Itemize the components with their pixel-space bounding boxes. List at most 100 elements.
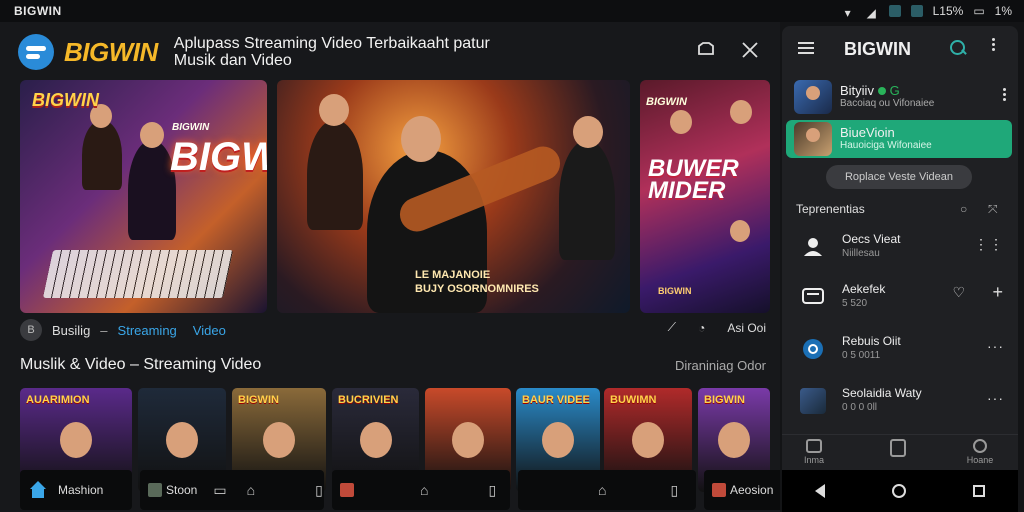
- dock-tab[interactable]: Aeosion: [704, 470, 780, 510]
- list-item-title: Seolaidia Waty: [842, 386, 922, 400]
- list-item-subtitle: 5 520: [842, 298, 868, 309]
- list-item[interactable]: Seolaidia Waty 0 0 0 0ll ···: [794, 380, 1012, 420]
- home-icon[interactable]: [891, 484, 906, 498]
- channel-subtitle: Bacoiaq ou Vifonaiee: [840, 98, 935, 109]
- thumbnail-face: [60, 422, 92, 458]
- system-nav-bar: [782, 470, 1018, 512]
- dock-tab[interactable]: ⌂ ▯: [518, 470, 696, 510]
- notification-icon: [888, 5, 901, 17]
- performer-face: [730, 220, 750, 242]
- dock-tab[interactable]: ⌂ ▯: [332, 470, 510, 510]
- thumbnail-face: [632, 422, 664, 458]
- battery-icon: ▭: [973, 4, 985, 18]
- performer-figure: [128, 140, 176, 240]
- list-item[interactable]: Oecs Vieat Niillesau ⋮⋮: [794, 226, 1012, 266]
- close-icon[interactable]: [740, 40, 760, 60]
- tag-music[interactable]: Busilig: [52, 323, 90, 338]
- status-icons: ▾ ◢ L15% ▭ 1%: [844, 4, 1012, 20]
- thumbnail-face: [263, 422, 295, 458]
- dock-label: Aeosion: [730, 483, 774, 497]
- avatar: [800, 388, 826, 414]
- channel-item[interactable]: Bityiiv G Bacoiaq ou Vifonaiee: [794, 78, 1012, 116]
- tab-thumbnail: [712, 483, 726, 497]
- list-item[interactable]: Aekefek 5 520 ♡ +: [794, 276, 1012, 316]
- channel-subtitle: Hauoiciga Wifonaiee: [840, 140, 932, 151]
- featured-subtitle: BIGWIN: [172, 122, 210, 133]
- battery-text: L15%: [932, 4, 964, 18]
- grid-icon[interactable]: ⋮⋮: [974, 236, 1004, 253]
- featured-card[interactable]: BIGWIN BUWER MIDER BIGWIN: [640, 80, 770, 313]
- online-icon: [877, 87, 886, 95]
- list-item-title: Aekefek: [842, 282, 886, 296]
- signal-text: 1%: [994, 4, 1012, 18]
- more-icon[interactable]: [1003, 88, 1006, 101]
- tab-thumbnail: [148, 483, 162, 497]
- featured-big-title: BUWER MIDER: [648, 155, 739, 204]
- more-icon[interactable]: ···: [987, 390, 1004, 406]
- status-bar: BIGWIN ▾ ◢ L15% ▭ 1%: [0, 0, 1024, 22]
- thumbnail-face: [718, 422, 750, 458]
- bottom-dock: Mashion Stoon ▭ ⌂ ▯ ⌂ ▯ ⌂ ▯ Aeosion: [0, 468, 780, 512]
- featured-footer: BIGWIN: [658, 286, 692, 296]
- add-icon[interactable]: +: [992, 282, 1004, 303]
- piano-graphic: [42, 250, 234, 298]
- featured-top-title: BIGWIN: [646, 96, 687, 108]
- featured-card[interactable]: LE MAJANOIE BUJY OSORNOMNIRES: [277, 80, 630, 313]
- home-outline-icon: ⌂: [598, 482, 607, 498]
- panel-section-title: Teprenentias: [796, 202, 865, 216]
- logo-icon: [18, 34, 54, 70]
- performer-figure: [307, 120, 363, 230]
- home-icon: [28, 481, 48, 499]
- list-item-title: Oecs Vieat: [842, 232, 901, 246]
- performer-face: [140, 122, 164, 148]
- featured-card[interactable]: BIGWIN BIGWIN BIGWIN: [20, 80, 267, 313]
- back-icon[interactable]: [815, 484, 826, 498]
- dock-tab[interactable]: Stoon ▭ ⌂ ▯: [140, 470, 324, 510]
- cast-icon[interactable]: [696, 40, 716, 60]
- thumbnail-label: BIGWIN: [704, 394, 745, 406]
- section-more-link[interactable]: Diraniniag Odor: [675, 358, 766, 373]
- panel-header: BIGWIN: [782, 26, 1018, 72]
- search-icon[interactable]: [948, 38, 968, 58]
- expand-icon[interactable]: ⤧: [988, 202, 998, 217]
- more-icon[interactable]: ···: [987, 338, 1004, 354]
- app-icon: [910, 5, 923, 17]
- favorite-icon[interactable]: ♡: [952, 284, 966, 301]
- home-icon: [806, 439, 822, 453]
- thumbnail-label: BUCRIVIEN: [338, 394, 399, 406]
- window-icon: ▭: [213, 481, 227, 498]
- side-panel: BIGWIN Bityiiv G Bacoiaq ou Vifonaiee Bi…: [782, 26, 1018, 512]
- list-item-subtitle: Niillesau: [842, 248, 880, 259]
- list-item[interactable]: Rebuis Oiit 0 5 0011 ···: [794, 328, 1012, 368]
- tab-home[interactable]: Inma: [784, 439, 844, 465]
- recents-icon[interactable]: [972, 485, 985, 497]
- timer-icon[interactable]: ◔: [698, 321, 705, 335]
- home-outline-icon: ⌂: [420, 482, 429, 498]
- dock-home[interactable]: Mashion: [20, 470, 132, 510]
- thumbnail-face: [542, 422, 574, 458]
- channel-item-active[interactable]: BiueVioin Hauoiciga Wifonaiee: [786, 120, 1012, 158]
- menu-icon[interactable]: [798, 42, 814, 54]
- performer-face: [401, 116, 441, 162]
- featured-caption: LE MAJANOIE BUJY OSORNOMNIRES: [415, 269, 539, 295]
- tab-label: Inma: [803, 455, 824, 465]
- share-icon[interactable]: ⟋: [668, 320, 676, 335]
- dock-label: Mashion: [58, 483, 104, 497]
- user-icon: [804, 238, 822, 256]
- wifi-icon: ▾: [844, 6, 851, 20]
- panel-brand: BIGWIN: [844, 39, 911, 59]
- main-window: BIGWIN Aplupass Streaming Video Terbaika…: [0, 22, 780, 512]
- thumbnail-label: BIGWIN: [238, 394, 279, 406]
- thumbnail-label: BAUR VIDEE: [522, 394, 590, 406]
- more-icon[interactable]: [988, 38, 998, 51]
- search-icon[interactable]: ○: [960, 202, 967, 216]
- tab-library[interactable]: [868, 439, 928, 459]
- all-label[interactable]: Asi Ooi: [727, 321, 766, 335]
- tab-search[interactable]: Hoane: [950, 439, 1010, 465]
- avatar: [794, 80, 832, 114]
- tag-video[interactable]: Video: [193, 323, 226, 338]
- library-icon: [890, 439, 906, 457]
- replace-video-button[interactable]: Roplace Veste Videan: [826, 165, 972, 189]
- avatar: [794, 122, 832, 156]
- tag-streaming[interactable]: Streaming: [118, 323, 177, 338]
